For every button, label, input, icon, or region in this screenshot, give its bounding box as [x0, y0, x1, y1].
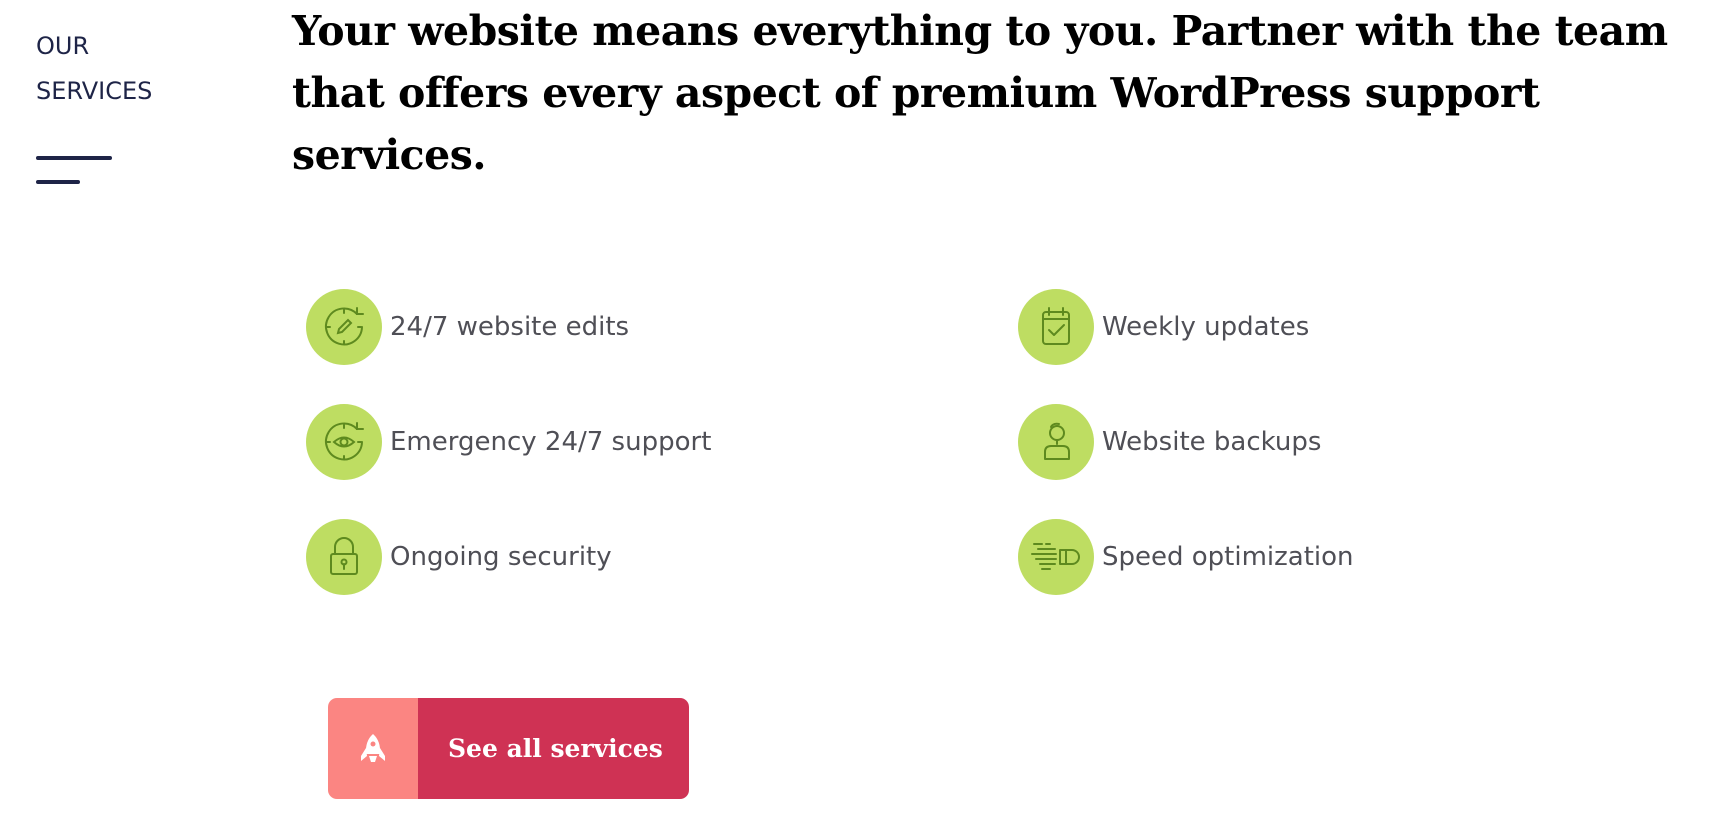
- service-label: 24/7 website edits: [390, 312, 630, 342]
- rocket-icon: [328, 698, 418, 799]
- clock-pencil-icon: [306, 289, 382, 365]
- person-icon: [1018, 404, 1094, 480]
- service-item-website-backups: Website backups: [1018, 404, 1321, 480]
- clock-eye-icon: [306, 404, 382, 480]
- service-item-weekly-updates: Weekly updates: [1018, 289, 1309, 365]
- padlock-icon: [306, 519, 382, 595]
- decorative-lines: [36, 156, 112, 186]
- service-label: Emergency 24/7 support: [390, 427, 712, 457]
- decorative-line-long: [36, 156, 112, 160]
- service-item-website-edits: 24/7 website edits: [306, 289, 629, 365]
- calendar-check-icon: [1018, 289, 1094, 365]
- service-item-ongoing-security: Ongoing security: [306, 519, 612, 595]
- see-all-services-button[interactable]: See all services: [328, 698, 689, 799]
- service-label: Speed optimization: [1102, 542, 1354, 572]
- service-label: Website backups: [1102, 427, 1322, 457]
- service-item-speed-optimization: Speed optimization: [1018, 519, 1354, 595]
- section-label-line-1: OUR: [36, 32, 90, 60]
- service-item-emergency-support: Emergency 24/7 support: [306, 404, 711, 480]
- service-label: Weekly updates: [1102, 312, 1310, 342]
- service-label: Ongoing security: [390, 542, 612, 572]
- section-label: OUR SERVICES: [36, 24, 236, 114]
- decorative-line-short: [36, 180, 80, 184]
- page-headline: Your website means everything to you. Pa…: [292, 7, 1668, 179]
- section-label-line-2: SERVICES: [36, 77, 153, 105]
- speed-bullet-icon: [1018, 519, 1094, 595]
- see-all-services-label: See all services: [418, 698, 689, 799]
